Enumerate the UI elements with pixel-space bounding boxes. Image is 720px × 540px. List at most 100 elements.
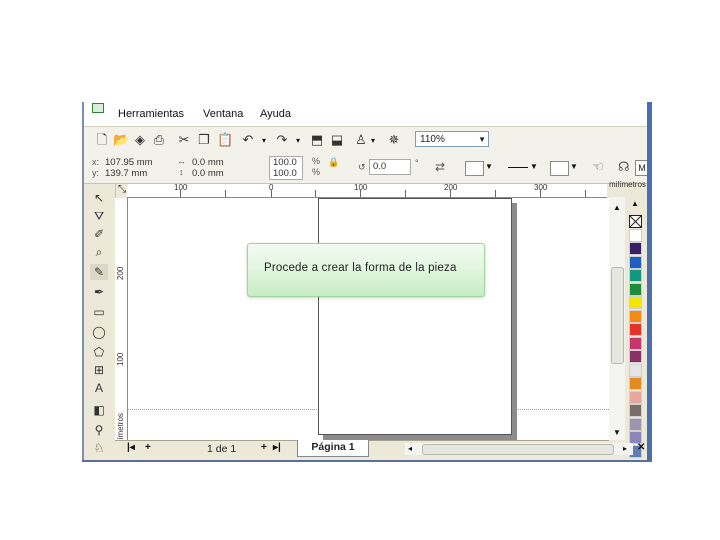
color-swatch[interactable] [629,363,642,377]
redo-icon[interactable]: ↷ [275,133,289,147]
lock-ratio-icon[interactable]: 🔒 [328,157,339,168]
outline-dropdown-icon[interactable]: ▼ [530,162,538,171]
y-position-field[interactable]: 139.7 mm [105,168,147,179]
eyedropper-tool-icon[interactable]: ⚲ [90,422,108,438]
undo-dropdown-icon[interactable]: ▾ [262,136,266,145]
x-position-field[interactable]: 107.95 mm [105,157,153,168]
color-swatch[interactable] [629,377,642,390]
wrap-text-icon[interactable]: ☜ [592,159,604,175]
copy-icon[interactable]: ❐ [197,133,211,147]
zoom-tool-icon[interactable]: ⌕ [90,244,108,260]
color-swatch[interactable] [629,417,642,431]
launcher-dropdown-icon[interactable]: ▾ [371,136,375,145]
text-tool-icon[interactable]: A [90,380,108,396]
new-document-icon[interactable]: 🗋 [95,133,109,147]
rectangle-tool-icon[interactable]: ▭ [90,304,108,320]
height-field[interactable]: 0.0 mm [192,168,224,179]
vertical-ruler: 200 100 milímetros [115,198,128,452]
page-tab[interactable]: Página 1 [297,440,369,457]
mirror-icon[interactable]: ⇄ [435,160,445,174]
import-icon[interactable]: ⬒ [310,133,324,147]
outline-width-swatch[interactable] [508,167,528,168]
color-swatch[interactable] [629,323,642,336]
basic-shapes-tool-icon[interactable]: ⊞ [90,362,108,378]
scale-x-field[interactable]: 100.0 [273,157,297,168]
first-page-icon[interactable]: |◂ [127,442,135,453]
fill-dropdown-icon[interactable]: ▼ [485,162,493,171]
scroll-left-icon[interactable]: ◂ [408,444,412,453]
pick-tool-icon[interactable]: ↖ [90,190,108,206]
color-swatch[interactable] [629,228,642,242]
color-swatch[interactable] [629,255,642,269]
menu-ayuda[interactable]: Ayuda [260,108,291,120]
paste-icon[interactable]: 📋 [217,133,233,147]
outline-tool-icon[interactable]: ♘ [90,440,108,456]
cut-icon[interactable]: ✂ [177,133,191,147]
color-swatch[interactable] [629,242,642,255]
outline-color-dropdown-icon[interactable]: ▼ [570,162,578,171]
print-icon[interactable]: ⎙ [152,133,166,147]
fill-color-swatch[interactable] [465,161,484,176]
export-icon[interactable]: ⬓ [330,133,344,147]
width-field[interactable]: 0.0 mm [192,157,224,168]
drawing-canvas[interactable] [128,198,613,440]
open-folder-icon[interactable]: 📂 [113,133,129,147]
shape-tool-icon[interactable]: ⛛ [90,208,108,224]
color-swatch[interactable] [629,350,642,363]
smart-fill-tool-icon[interactable]: ✒ [90,284,108,300]
no-color-swatch[interactable] [629,215,642,228]
height-icon: ↕ [179,167,184,177]
add-page-after-icon[interactable]: + [261,442,267,453]
application-launcher-icon[interactable]: ♙ [354,133,368,147]
menu-ventana[interactable]: Ventana [203,108,243,120]
horizontal-scroll-thumb[interactable] [422,444,614,455]
add-page-before-icon[interactable]: + [145,442,151,453]
zoom-level-select[interactable]: 110% ▼ [415,131,489,147]
scroll-right-icon[interactable]: ▸ [623,444,627,453]
crop-tool-icon[interactable]: ✐ [90,226,108,242]
undo-icon[interactable]: ↶ [241,133,255,147]
scroll-up-icon[interactable]: ▲ [613,203,621,212]
contour-icon[interactable]: ☊ [618,159,630,175]
save-icon[interactable]: ◈ [133,133,147,147]
color-swatch[interactable] [629,390,642,404]
color-swatch[interactable] [629,336,642,350]
ruler-tick [405,190,406,197]
close-docker-icon[interactable]: ✕ [637,442,645,453]
vertical-scrollbar[interactable]: ▲ ▼ [609,197,625,440]
color-swatch[interactable] [629,269,642,282]
ellipse-tool-icon[interactable]: ◯ [90,324,108,340]
color-swatch[interactable] [629,296,642,309]
standard-toolbar: 🗋 📂 ◈ ⎙ ✂ ❐ 📋 ↶ ▾ ↷ ▾ ⬒ ⬓ ♙ ▾ ✵ 110% ▼ [82,126,652,155]
drawing-page[interactable] [318,198,512,435]
page-count: 1 de 1 [207,443,237,455]
interactive-tool-icon[interactable]: ◧ [90,402,108,418]
ruler-tick [495,190,496,197]
color-swatch[interactable] [629,282,642,296]
toolbox: ↖ ⛛ ✐ ⌕ ✎ ✒ ▭ ◯ ⬠ ⊞ A ◧ ⚲ ♘ [84,184,116,456]
welcome-screen-icon[interactable]: ✵ [387,133,401,147]
color-swatch[interactable] [629,404,642,417]
horizontal-scrollbar[interactable]: ◂ ▸ [405,443,633,455]
rotation-field[interactable]: 0.0 [369,159,411,175]
palette-scroll-up-icon[interactable]: ▲ [631,199,639,208]
scale-y-field[interactable]: 100.0 [273,168,297,179]
width-icon: ↔ [177,156,186,166]
ruler-label: 200 [116,266,125,280]
ruler-origin-icon[interactable]: ⤡ [118,184,126,195]
ruler-tick [271,190,272,197]
color-swatch[interactable] [629,309,642,323]
window-border-right [647,102,652,462]
ruler-tick [225,190,226,197]
ruler-tick [180,190,181,197]
outline-color-swatch[interactable] [550,161,569,176]
chevron-down-icon[interactable]: ▼ [478,132,486,148]
redo-dropdown-icon[interactable]: ▾ [296,136,300,145]
menu-herramientas[interactable]: Herramientas [118,108,184,120]
last-page-icon[interactable]: ▸| [273,442,281,453]
freehand-tool-icon[interactable]: ✎ [90,264,108,280]
polygon-tool-icon[interactable]: ⬠ [90,344,108,360]
color-palette: ▲ ▼ [627,197,645,458]
vertical-scroll-thumb[interactable] [611,267,624,364]
scroll-down-icon[interactable]: ▼ [613,428,621,437]
